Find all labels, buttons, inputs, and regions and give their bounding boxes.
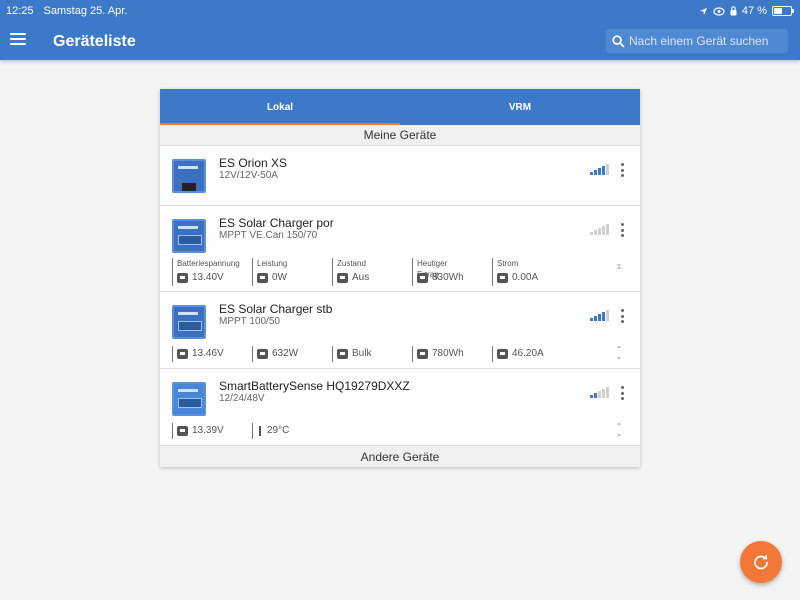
device-image: [172, 219, 206, 253]
metric-label: Leistung: [257, 259, 288, 268]
more-options-icon[interactable]: [619, 223, 625, 237]
device-name: ES Solar Charger por: [219, 216, 334, 230]
device-model: MPPT 100/50: [219, 316, 280, 327]
device-model: 12/24/48V: [219, 393, 265, 404]
metric-current: 46.20A: [492, 346, 544, 362]
metric-value: 13.39V: [192, 425, 224, 436]
more-options-icon[interactable]: [619, 309, 625, 323]
section-other-devices[interactable]: Andere Geräte: [160, 445, 640, 467]
status-bar-left: 12:25 Samstag 25. Apr.: [6, 5, 127, 17]
device-image: [172, 159, 206, 193]
metric-power: Leistung 0W: [252, 258, 287, 286]
battery-percent: 47 %: [741, 5, 767, 17]
metric-value: 46.20A: [512, 348, 544, 359]
rotation-lock-icon: [730, 6, 737, 16]
metric-power: 632W: [252, 346, 298, 362]
tab-lokal[interactable]: Lokal: [160, 89, 400, 125]
device-row-battery-sense[interactable]: SmartBatterySense HQ19279DXXZ 12/24/48V …: [160, 369, 640, 445]
yield-icon: [417, 348, 428, 359]
status-time: 12:25: [6, 5, 34, 17]
refresh-icon: [754, 555, 768, 570]
solar-panel-icon: [257, 272, 268, 283]
metric-value: Aus: [352, 272, 370, 283]
search-icon: [612, 34, 625, 48]
device-row-solar-stb[interactable]: ES Solar Charger stb MPPT 100/50 13.46V …: [160, 292, 640, 369]
device-image: [172, 305, 206, 339]
device-name: SmartBatterySense HQ19279DXXZ: [219, 379, 410, 393]
metric-value: 0.00A: [512, 272, 539, 283]
yield-icon: [417, 272, 428, 283]
metric-value: 0W: [272, 272, 287, 283]
metric-battery-voltage: 13.39V: [172, 423, 224, 439]
device-model: 12V/12V-50A: [219, 170, 278, 181]
metric-value: 13.46V: [192, 348, 224, 359]
metric-temperature: 29°C: [252, 423, 289, 439]
collapse-chevron-icon[interactable]: ⌄ ⌃: [614, 260, 624, 275]
more-options-icon[interactable]: [619, 163, 625, 177]
device-name: ES Solar Charger stb: [219, 302, 333, 316]
screen-mirroring-icon: [713, 6, 725, 16]
solar-panel-icon: [257, 348, 268, 359]
signal-strength-icon: [590, 164, 609, 175]
metric-value: 13.40V: [192, 272, 224, 283]
battery-icon: [772, 6, 794, 16]
metric-state: Bulk: [332, 346, 371, 362]
metric-battery-voltage: Batteriespannung 13.40V: [172, 258, 240, 286]
metric-state: Zustand Aus: [332, 258, 369, 286]
signal-strength-icon: [590, 387, 609, 398]
app-bar: 12:25 Samstag 25. Apr. 47 % Geräteliste: [0, 0, 800, 60]
metric-label: Batteriespannung: [177, 259, 240, 268]
search-input[interactable]: [629, 34, 779, 48]
page-title: Geräteliste: [53, 33, 136, 50]
metric-value: 830Wh: [432, 272, 464, 283]
device-row-solar-por[interactable]: ES Solar Charger por MPPT VE.Can 150/70 …: [160, 206, 640, 292]
signal-strength-icon: [590, 310, 609, 321]
search-box[interactable]: [606, 29, 788, 53]
metric-value: 29°C: [267, 425, 290, 436]
status-date: Samstag 25. Apr.: [43, 5, 128, 17]
metric-yield-today: 780Wh: [412, 346, 464, 362]
device-model: MPPT VE.Can 150/70: [219, 230, 318, 241]
current-icon: [497, 348, 508, 359]
more-options-icon[interactable]: [619, 386, 625, 400]
tab-vrm[interactable]: VRM: [400, 89, 640, 125]
battery-icon: [177, 425, 188, 436]
signal-strength-icon: [590, 224, 609, 235]
metric-value: 780Wh: [432, 348, 464, 359]
metric-label: Heutiger Ertrag: [417, 259, 448, 279]
metric-yield-today: Heutiger Ertrag 830Wh: [412, 258, 464, 286]
metric-label: Strom: [497, 259, 519, 268]
metric-label: Zustand: [337, 259, 366, 268]
device-image: [172, 382, 206, 416]
metric-current: Strom 0.00A: [492, 258, 538, 286]
refresh-button[interactable]: [740, 541, 782, 583]
device-list-card: Lokal VRM Meine Geräte ES Orion XS 12V/1…: [160, 89, 640, 467]
location-icon: [699, 7, 708, 15]
battery-icon: [177, 348, 188, 359]
device-name: ES Orion XS: [219, 156, 288, 170]
metric-value: 632W: [272, 348, 299, 359]
tab-bar: Lokal VRM: [160, 89, 640, 125]
status-bar-right: 47 %: [699, 5, 794, 17]
battery-icon: [177, 272, 188, 283]
battery-fill: [774, 8, 782, 14]
current-icon: [497, 272, 508, 283]
expand-chevron-icon[interactable]: ⌃ ⌄: [614, 346, 624, 361]
metric-battery-voltage: 13.46V: [172, 346, 224, 362]
state-icon: [337, 348, 348, 359]
metric-value: Bulk: [352, 348, 372, 359]
menu-button[interactable]: [10, 33, 26, 47]
expand-chevron-icon[interactable]: ⌃ ⌄: [614, 423, 624, 438]
section-my-devices: Meine Geräte: [160, 125, 640, 146]
thermometer-icon: [257, 425, 263, 436]
state-icon: [337, 272, 348, 283]
device-row-orion[interactable]: ES Orion XS 12V/12V-50A: [160, 146, 640, 206]
